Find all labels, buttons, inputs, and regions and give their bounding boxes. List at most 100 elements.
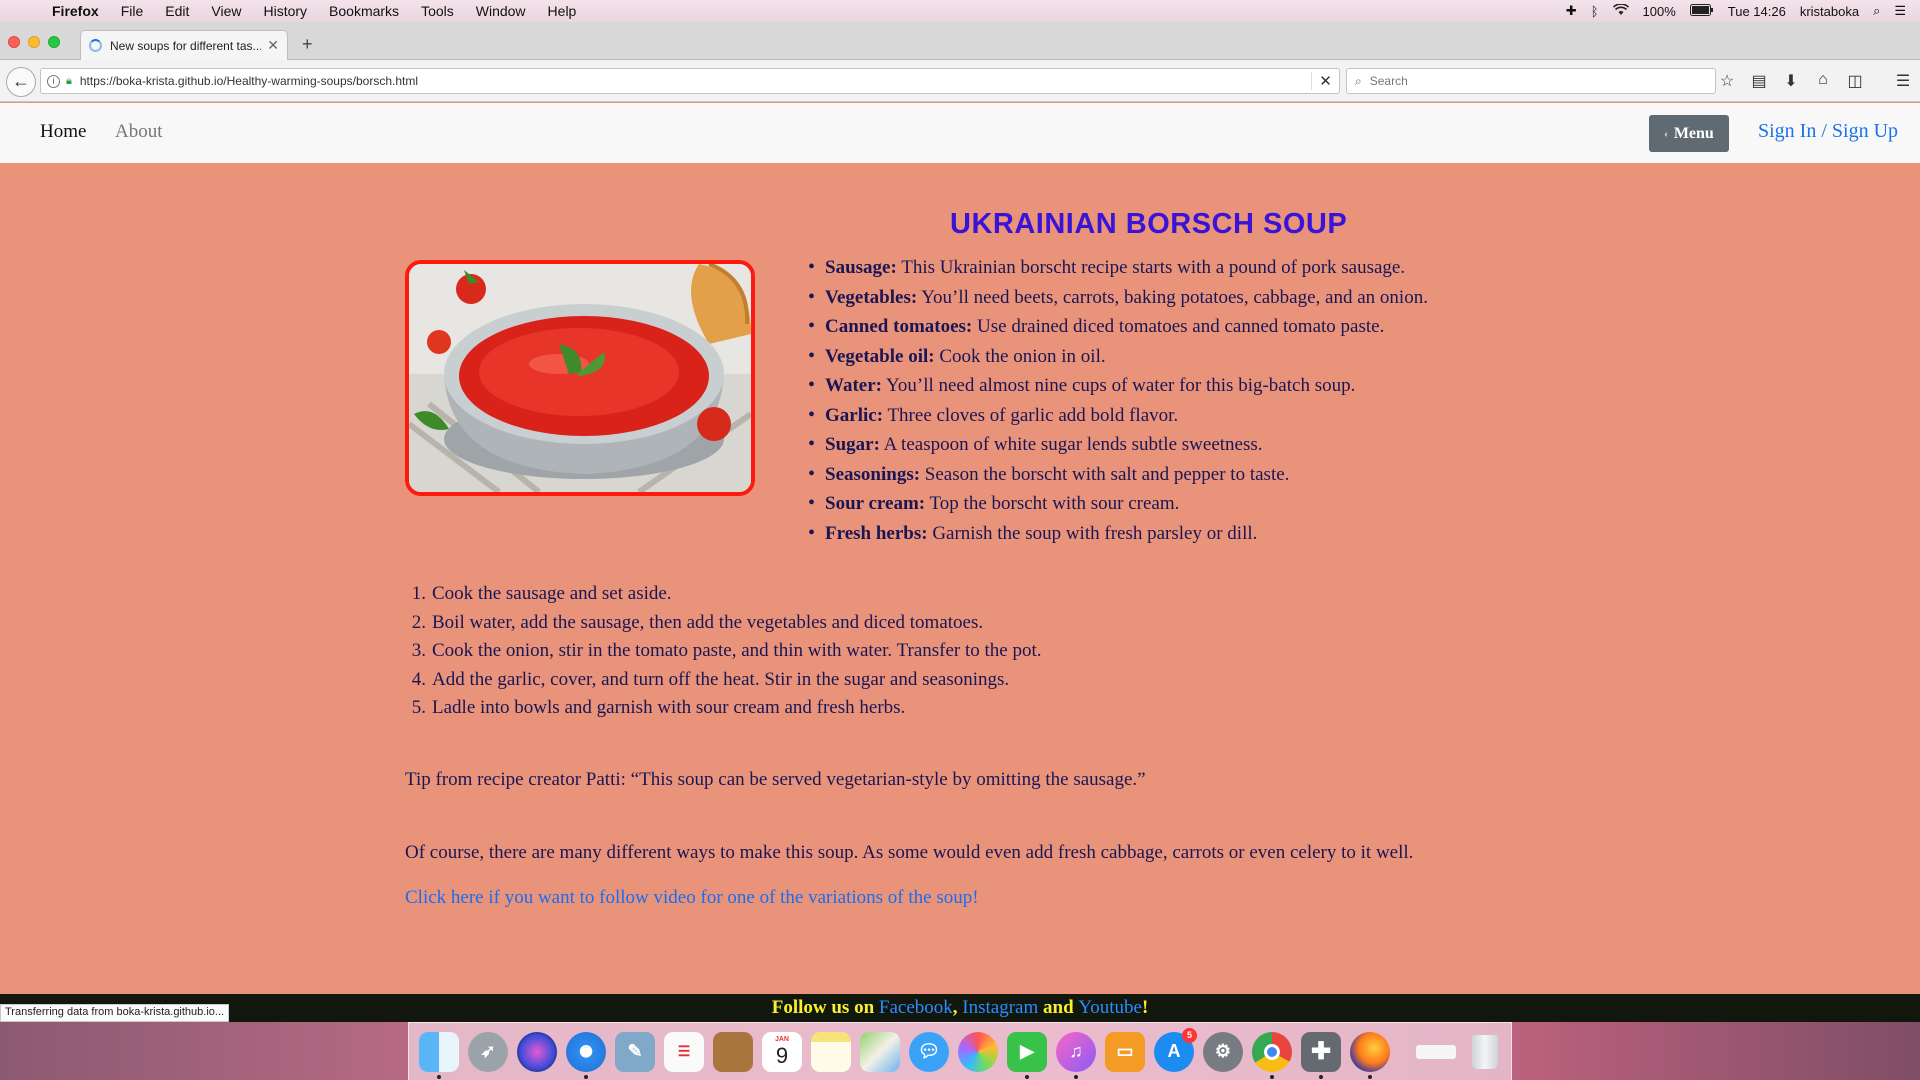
list-item: Fresh herbs: Garnish the soup with fresh…	[808, 519, 1428, 549]
notification-center-icon[interactable]: ☰	[1894, 3, 1906, 19]
browser-status-bar: Transferring data from boka-krista.githu…	[0, 1004, 230, 1022]
step-text: Cook the sausage and set aside.	[432, 583, 672, 604]
list-item: Sugar: A teaspoon of white sugar lends s…	[808, 430, 1428, 460]
ingredients-list: Sausage: This Ukrainian borscht recipe s…	[808, 253, 1428, 548]
trash-icon[interactable]	[1465, 1032, 1505, 1072]
window-close-button[interactable]	[8, 36, 20, 48]
facetime-icon[interactable]: ▶	[1007, 1031, 1047, 1079]
step-text: Boil water, add the sausage, then add th…	[432, 611, 984, 633]
battery-icon[interactable]	[1689, 3, 1714, 19]
menu-history[interactable]: History	[263, 3, 307, 19]
utility-icon[interactable]: ✚	[1301, 1031, 1341, 1079]
clock[interactable]: Tue 14:26	[1728, 4, 1786, 19]
search-placeholder: Search	[1369, 74, 1408, 88]
tab-title: New soups for different tas...	[110, 38, 262, 53]
new-tab-plus-icon[interactable]: +	[302, 34, 313, 55]
recipe-content: UKRAINIAN BORSCH SOUP Sausage: Th	[0, 163, 1920, 993]
window-minimize-button[interactable]	[28, 36, 40, 48]
ingredient-text: Top the borscht with sour cream.	[925, 493, 1180, 514]
browser-tab-active[interactable]: New soups for different tas... ✕	[80, 30, 288, 60]
spotlight-search-icon[interactable]: ⌕	[1873, 3, 1880, 19]
url-text[interactable]: https://boka-krista.github.io/Healthy-wa…	[80, 74, 1311, 88]
launchpad-icon[interactable]: ➶	[468, 1031, 508, 1072]
downloads-stack-icon[interactable]	[1416, 1032, 1456, 1072]
footer-and: and	[1038, 997, 1079, 1018]
bookmark-star-icon[interactable]: ☆	[1718, 71, 1736, 91]
photos-icon[interactable]	[958, 1031, 998, 1072]
medical-cross-icon[interactable]: ✚	[1566, 3, 1577, 19]
menu-app-firefox[interactable]: Firefox	[52, 3, 99, 19]
site-info-icon[interactable]: i	[47, 74, 60, 88]
appstore-badge: 5	[1182, 1027, 1197, 1043]
footer-comma: ,	[952, 997, 963, 1018]
preview-icon[interactable]: ✎	[615, 1031, 655, 1072]
ingredient-name: Garlic:	[825, 404, 884, 426]
facebook-link[interactable]: Facebook	[879, 997, 953, 1018]
ingredient-name: Fresh herbs:	[825, 522, 928, 544]
menu-button[interactable]: ‹ Menu	[1649, 115, 1729, 152]
nav-home-link[interactable]: Home	[40, 121, 86, 143]
list-item: Vegetable oil: Cook the onion in oil.	[808, 342, 1428, 372]
ingredient-name: Sugar:	[825, 434, 880, 455]
pocket-icon[interactable]: ◫	[1846, 71, 1864, 91]
step-text: Add the garlic, cover, and turn off the …	[432, 668, 1010, 690]
menu-tools[interactable]: Tools	[421, 3, 454, 19]
appstore-icon[interactable]: A5	[1154, 1027, 1197, 1072]
tab-close-icon[interactable]: ✕	[267, 37, 279, 54]
ingredient-name: Sausage:	[825, 257, 897, 278]
url-bar[interactable]: i 🔒︎ https://boka-krista.github.io/Healt…	[40, 68, 1340, 94]
ingredient-name: Canned tomatoes:	[825, 316, 973, 337]
messages-icon[interactable]: 💬︎	[909, 1031, 949, 1072]
macos-menu-bar: Firefox File Edit View History Bookmarks…	[0, 0, 1920, 22]
back-arrow-icon[interactable]: ←	[6, 67, 36, 97]
user-name[interactable]: kristaboka	[1800, 4, 1859, 19]
footer-prefix: Follow us on	[771, 997, 879, 1018]
menu-window[interactable]: Window	[476, 3, 526, 19]
list-item: Canned tomatoes: Use drained diced tomat…	[808, 312, 1428, 342]
window-zoom-button[interactable]	[48, 36, 60, 48]
battery-percent: 100%	[1642, 3, 1676, 19]
site-header: Home About ‹ Menu Sign In / Sign Up	[0, 103, 1920, 163]
step-text: Ladle into bowls and garnish with sour c…	[432, 697, 906, 718]
nav-about-link[interactable]: About	[115, 121, 163, 143]
itunes-icon[interactable]: ♫	[1056, 1031, 1096, 1079]
list-item: 2. Boil water, add the sausage, then add …	[411, 611, 984, 633]
ingredient-text: You’ll need beets, carrots, baking potat…	[917, 286, 1428, 308]
ibooks-icon[interactable]: ▭	[1105, 1031, 1145, 1072]
ingredient-name: Water:	[825, 375, 882, 396]
home-icon[interactable]: ⌂	[1814, 71, 1832, 91]
menu-bookmarks[interactable]: Bookmarks	[329, 3, 399, 19]
reminders-icon[interactable]: ☰	[664, 1031, 704, 1072]
menu-edit[interactable]: Edit	[165, 3, 189, 19]
macos-dock: ➶ ⊘ ✎ ☰ JAN 9 💬︎ ▶ ♫ ▭ A5 ⚙ ✚	[408, 1022, 1512, 1080]
chevron-left-icon: ‹	[1664, 127, 1668, 140]
menu-file[interactable]: File	[121, 3, 144, 19]
firefox-icon[interactable]	[1350, 1031, 1390, 1079]
footer-suffix: !	[1141, 997, 1149, 1018]
instagram-link[interactable]: Instagram	[962, 997, 1038, 1018]
youtube-link[interactable]: Youtube	[1078, 997, 1142, 1018]
calendar-icon[interactable]: JAN 9	[762, 1031, 802, 1072]
search-input[interactable]: ⌕ Search	[1346, 68, 1716, 94]
video-link[interactable]: Click here if you want to follow video f…	[405, 887, 979, 909]
wifi-icon[interactable]	[1612, 2, 1629, 19]
padlock-icon[interactable]: 🔒︎	[66, 75, 72, 88]
menu-view[interactable]: View	[211, 3, 241, 19]
reading-list-icon[interactable]: ▤	[1750, 71, 1768, 91]
hamburger-menu-icon[interactable]: ☰	[1894, 71, 1912, 91]
maps-icon[interactable]	[860, 1031, 900, 1072]
list-item: Water: You’ll need almost nine cups of w…	[808, 371, 1428, 401]
chrome-icon[interactable]	[1252, 1031, 1292, 1079]
notes-icon[interactable]	[811, 1031, 851, 1072]
bluetooth-icon[interactable]: ᛒ	[1591, 4, 1599, 19]
safari-icon[interactable]: ⊘	[566, 1031, 606, 1079]
list-item: Sour cream: Top the borscht with sour cr…	[808, 489, 1428, 519]
menu-help[interactable]: Help	[548, 3, 577, 19]
notefile-icon[interactable]	[713, 1031, 753, 1072]
finder-icon[interactable]	[419, 1031, 459, 1079]
stop-loading-icon[interactable]: ✕	[1311, 72, 1339, 90]
download-arrow-icon[interactable]: ⬇	[1782, 71, 1800, 91]
siri-icon[interactable]	[517, 1031, 557, 1072]
signin-signup-link[interactable]: Sign In / Sign Up	[1758, 120, 1898, 143]
system-preferences-icon[interactable]: ⚙	[1203, 1031, 1243, 1072]
